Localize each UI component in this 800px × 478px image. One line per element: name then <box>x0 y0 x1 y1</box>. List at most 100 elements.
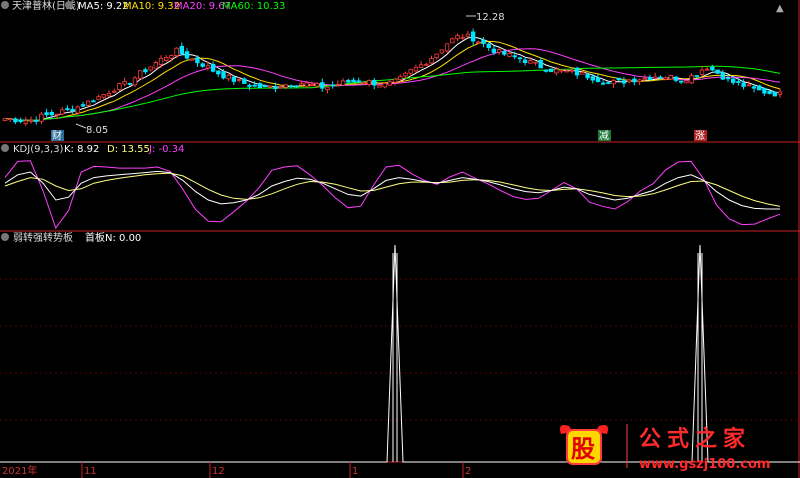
candle-body <box>491 48 497 53</box>
x-tick-label: 1 <box>352 466 358 477</box>
candle-body <box>679 80 684 83</box>
candle-body <box>616 77 621 81</box>
candle-body <box>736 81 741 83</box>
candle-body <box>574 67 580 76</box>
candle-body <box>163 57 169 62</box>
candle-body <box>13 118 18 123</box>
kdj-d-value: D: 13.55 <box>107 144 150 155</box>
candle-body <box>496 49 502 53</box>
candle-body <box>418 64 424 68</box>
site-name: 公式之家 <box>639 426 751 452</box>
candle-body <box>684 80 689 84</box>
scroll-up-icon[interactable]: ▲ <box>776 3 784 14</box>
indicator-collapse-icon[interactable] <box>1 233 9 241</box>
candle-body <box>694 75 699 77</box>
candle-body <box>450 38 455 44</box>
candle-body <box>434 53 439 58</box>
site-url: www.gszj100.com <box>639 457 770 472</box>
ma60-line <box>5 65 781 121</box>
candle-body <box>757 85 762 91</box>
candle-body <box>346 79 351 83</box>
x-tick-label: 11 <box>84 466 97 477</box>
candle-body <box>538 60 543 69</box>
candle-body <box>75 106 80 114</box>
candle-body <box>309 83 315 86</box>
candle-body <box>221 71 226 79</box>
candle-body <box>392 78 398 83</box>
candle-body <box>777 91 783 95</box>
candle-body <box>184 51 190 59</box>
candle-body <box>262 85 268 88</box>
candle-body <box>330 84 335 87</box>
low-price-label: 8.05 <box>86 125 108 136</box>
x-tick-label: 2 <box>465 466 471 477</box>
candle-body <box>231 76 237 82</box>
candle-body <box>283 84 289 88</box>
candle-body <box>705 68 710 71</box>
candle-body <box>54 113 60 116</box>
candle-body <box>517 57 523 60</box>
candle-body <box>65 108 70 110</box>
candle-body <box>96 96 101 100</box>
candle-body <box>153 62 158 69</box>
candle-body <box>158 58 164 65</box>
candle-body <box>601 82 606 85</box>
candle-body <box>361 82 367 84</box>
candle-body <box>351 79 356 83</box>
candle-body <box>132 77 138 86</box>
candle-body <box>481 39 486 44</box>
candle-body <box>647 76 653 81</box>
candle-body <box>621 80 627 84</box>
kdj-name: KDJ(9,3,3) <box>13 144 64 155</box>
candle-body <box>143 69 148 73</box>
candle-body <box>444 43 450 52</box>
candle-body <box>595 77 601 83</box>
candle-body <box>725 77 731 80</box>
candle-body <box>455 35 460 40</box>
candle-body <box>200 63 205 67</box>
candle-body <box>746 84 751 87</box>
candle-body <box>372 79 377 86</box>
candle-body <box>356 80 361 83</box>
kdj-d-line <box>4 172 781 207</box>
candle-body <box>590 76 595 81</box>
indicator-value: 首板N: 0.00 <box>85 231 141 244</box>
candle-body <box>658 76 663 79</box>
candle-body <box>387 81 393 86</box>
candle-body <box>278 86 283 89</box>
candle-body <box>689 75 694 84</box>
settings-icon[interactable] <box>65 1 73 9</box>
candle-body <box>148 66 153 71</box>
candle-body <box>741 82 746 87</box>
candle-body <box>106 93 112 97</box>
candle-body <box>476 41 481 44</box>
candle-body <box>80 104 86 107</box>
candle-body <box>137 70 143 79</box>
candle-body <box>273 86 278 90</box>
candle-body <box>242 78 247 84</box>
candle-body <box>585 73 590 79</box>
candle-body <box>673 76 679 81</box>
ma10-value: MA10: 9.32 <box>123 1 180 12</box>
kdj-collapse-icon[interactable] <box>1 144 9 152</box>
candle-body <box>627 79 632 83</box>
candle-body <box>762 88 767 94</box>
candle-body <box>7 118 13 120</box>
candle-body <box>522 59 528 63</box>
collapse-icon[interactable] <box>1 1 9 9</box>
indicator-name: 弱转强转势板 <box>13 231 73 244</box>
candle-body <box>528 60 533 64</box>
candle-body <box>18 119 23 123</box>
candle-body <box>720 72 725 80</box>
candle-body <box>731 78 736 84</box>
candle-body <box>44 112 49 116</box>
candle-body <box>49 112 54 116</box>
candle-body <box>507 53 512 57</box>
candle-body <box>668 75 673 80</box>
candle-body <box>533 61 538 64</box>
candle-body <box>288 85 294 88</box>
logo-character: 股 <box>571 435 595 463</box>
candle-body <box>117 83 122 90</box>
candle-body <box>512 55 517 58</box>
high-price-label: 12.28 <box>476 12 505 23</box>
